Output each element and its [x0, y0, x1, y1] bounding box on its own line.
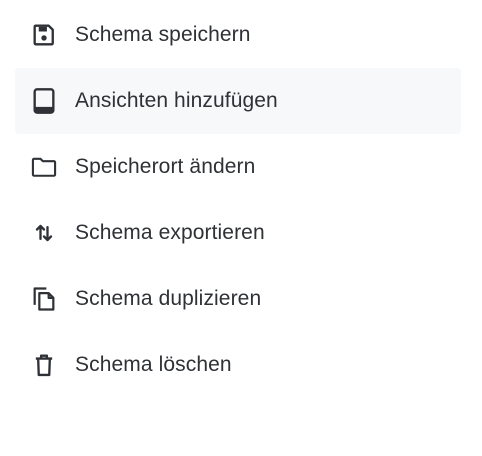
trash-icon: [30, 351, 58, 379]
menu-item-duplicate-schema[interactable]: Schema duplizieren: [15, 266, 461, 332]
schema-actions-menu: Schema speichern Ansichten hinzufügen Sp…: [15, 2, 461, 398]
folder-icon: [30, 153, 58, 181]
menu-item-add-views[interactable]: Ansichten hinzufügen: [15, 68, 461, 134]
menu-item-label: Speicherort ändern: [75, 155, 256, 178]
copy-icon: [30, 285, 58, 313]
tablet-icon: [30, 87, 58, 115]
swap-vertical-icon: [30, 219, 58, 247]
menu-item-label: Schema löschen: [75, 353, 232, 376]
menu-item-label: Schema duplizieren: [75, 287, 262, 310]
menu-item-label: Schema exportieren: [75, 221, 265, 244]
menu-item-label: Ansichten hinzufügen: [75, 89, 278, 112]
menu-item-save-schema[interactable]: Schema speichern: [15, 2, 461, 68]
menu-item-change-location[interactable]: Speicherort ändern: [15, 134, 461, 200]
menu-item-delete-schema[interactable]: Schema löschen: [15, 332, 461, 398]
save-icon: [30, 21, 58, 49]
menu-item-export-schema[interactable]: Schema exportieren: [15, 200, 461, 266]
menu-item-label: Schema speichern: [75, 23, 251, 46]
